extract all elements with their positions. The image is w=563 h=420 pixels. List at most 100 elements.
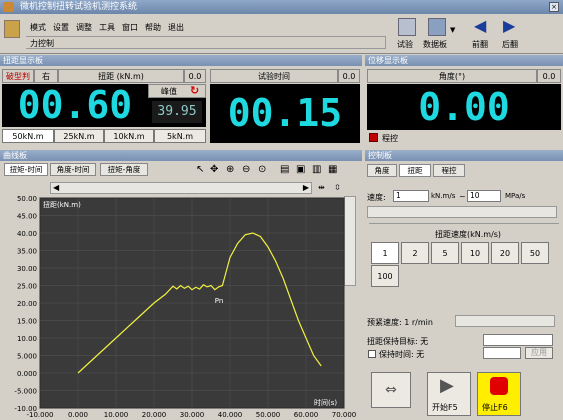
torque-time-chart: 50.00 45.00 40.00 35.00 30.00 25.00 20.00 15.00… bbox=[14, 195, 357, 419]
speed-unit: kN.m/s bbox=[431, 192, 456, 200]
copy-chart-icon[interactable]: ▣ bbox=[296, 164, 305, 175]
swap-icon[interactable]: ⇔ bbox=[371, 372, 411, 408]
time-zero[interactable]: 0.0 bbox=[338, 69, 360, 83]
stop-button[interactable]: 停止F6 bbox=[477, 372, 521, 416]
close-icon[interactable]: × bbox=[549, 2, 559, 12]
x-tick-label: -10.000 bbox=[26, 411, 53, 419]
break-judge-value[interactable]: 右 bbox=[34, 69, 58, 83]
prev-arrow-icon[interactable]: ◀ bbox=[474, 16, 486, 35]
tab-torque-angle[interactable]: 扭矩-角度 bbox=[100, 163, 148, 176]
move-icon[interactable]: ✥ bbox=[210, 164, 218, 175]
tab-angle-time[interactable]: 角度-时间 bbox=[50, 163, 96, 176]
rate-button-100[interactable]: 100 bbox=[371, 265, 399, 287]
x-tick-label: 10.000 bbox=[104, 411, 129, 419]
preload-label: 预紧速度: 1 r/min bbox=[367, 318, 433, 327]
hold-time-checkbox[interactable] bbox=[368, 350, 376, 358]
scroll-left-icon[interactable]: ◀ bbox=[53, 183, 59, 192]
rate-button-10[interactable]: 10 bbox=[461, 242, 489, 264]
preload-slider[interactable] bbox=[455, 315, 555, 327]
curve-panel-header: 曲线板 bbox=[0, 150, 362, 161]
tab-torque-time[interactable]: 扭矩-时间 bbox=[4, 163, 48, 176]
test-button-label[interactable]: 试验 bbox=[397, 39, 413, 50]
x-tick-label: 50.000 bbox=[256, 411, 281, 419]
torque-panel: 扭距显示板 破型判断 右 扭距 (kN.m) 0.0 00.60 峰值 ↻ 39… bbox=[0, 55, 362, 147]
x-tick-label: 60.000 bbox=[294, 411, 319, 419]
menu-exit[interactable]: 退出 bbox=[168, 22, 184, 33]
print-icon[interactable]: ▥ bbox=[312, 164, 321, 175]
range-25[interactable]: 25kN.m bbox=[54, 129, 104, 143]
save-chart-icon[interactable]: ▤ bbox=[280, 164, 289, 175]
y-tick-label: 25.00 bbox=[17, 283, 37, 291]
menu-window[interactable]: 窗口 bbox=[122, 22, 138, 33]
prev-button-label[interactable]: 前翻 bbox=[472, 39, 488, 50]
tab-torque[interactable]: 扭距 bbox=[399, 164, 431, 177]
tab-program[interactable]: 程控 bbox=[433, 164, 465, 177]
menu-help[interactable]: 帮助 bbox=[145, 22, 161, 33]
marker-label: Pn bbox=[215, 297, 224, 305]
rate-button-5[interactable]: 5 bbox=[431, 242, 459, 264]
app-title: 微机控制扭转试验机测控系统 bbox=[20, 2, 138, 12]
apply-button[interactable]: 应用 bbox=[525, 347, 553, 359]
y-tick-label: -5.000 bbox=[14, 388, 37, 396]
hold-time-input[interactable] bbox=[483, 347, 521, 359]
program-mode-label: 程控 bbox=[382, 134, 398, 143]
fit-y-icon[interactable]: ⇳ bbox=[334, 183, 341, 192]
y-tick-label: 10.00 bbox=[17, 335, 37, 343]
speed-slider[interactable] bbox=[367, 206, 557, 218]
y-tick-label: 45.00 bbox=[17, 213, 37, 221]
data-board-icon[interactable] bbox=[428, 18, 446, 36]
angle-panel: 位移显示板 角度(°) 0.0 0.00 程控 bbox=[365, 55, 563, 147]
refresh-icon[interactable]: ↻ bbox=[190, 84, 199, 97]
menu-settings[interactable]: 设置 bbox=[53, 22, 69, 33]
start-button[interactable]: ▶ 开始F5 bbox=[427, 372, 471, 416]
rate-button-2[interactable]: 2 bbox=[401, 242, 429, 264]
chart-settings-icon[interactable]: ▦ bbox=[328, 164, 337, 175]
range-5[interactable]: 5kN.m bbox=[154, 129, 206, 143]
y-tick-label: 40.00 bbox=[17, 230, 37, 238]
dropdown-arrow-icon[interactable]: ▼ bbox=[450, 26, 455, 34]
x-tick-label: 70.000 bbox=[332, 411, 357, 419]
angle-zero[interactable]: 0.0 bbox=[537, 69, 561, 83]
data-board-label[interactable]: 数据板 bbox=[423, 39, 447, 50]
angle-panel-header: 位移显示板 bbox=[365, 55, 563, 66]
y-axis-label: 扭距(kN.m) bbox=[43, 200, 81, 209]
time-label: 试验时间 bbox=[210, 69, 338, 83]
speed-max-input[interactable]: 10 bbox=[467, 190, 501, 202]
torque-zero[interactable]: 0.0 bbox=[184, 69, 206, 83]
zoom-out-icon[interactable]: ⊖ bbox=[242, 164, 250, 175]
menu-mode[interactable]: 模式 bbox=[30, 22, 46, 33]
x-tick-label: 40.000 bbox=[218, 411, 243, 419]
peak-value: 39.95 bbox=[152, 101, 202, 123]
x-scrollbar[interactable]: ◀ ▶ bbox=[50, 182, 312, 194]
x-tick-label: 30.000 bbox=[180, 411, 205, 419]
pointer-icon[interactable]: ↖ bbox=[196, 164, 204, 175]
menu-bar: 模式 设置 调整 工具 窗口 帮助 退出 力控制 试验 数据板 ▼ ◀ 前翻 ▶… bbox=[0, 14, 563, 54]
next-button-label[interactable]: 后翻 bbox=[502, 39, 518, 50]
time-display: 00.15 bbox=[210, 84, 360, 143]
zoom-in-icon[interactable]: ⊕ bbox=[226, 164, 234, 175]
menu-adjust[interactable]: 调整 bbox=[76, 22, 92, 33]
next-arrow-icon[interactable]: ▶ bbox=[503, 16, 515, 35]
fit-x-icon[interactable]: ⇹ bbox=[318, 183, 325, 192]
y-tick-label: 20.00 bbox=[17, 300, 37, 308]
play-icon: ▶ bbox=[440, 375, 454, 396]
test-icon[interactable] bbox=[398, 18, 416, 36]
scroll-right-icon[interactable]: ▶ bbox=[303, 183, 309, 192]
rate-button-50[interactable]: 50 bbox=[521, 242, 549, 264]
stop-icon bbox=[490, 377, 508, 395]
range-50[interactable]: 50kN.m bbox=[2, 129, 54, 143]
hold-target-input[interactable] bbox=[483, 334, 553, 346]
program-mode-indicator bbox=[369, 133, 378, 142]
range-10[interactable]: 10kN.m bbox=[104, 129, 154, 143]
rate-button-20[interactable]: 20 bbox=[491, 242, 519, 264]
speed-min-input[interactable]: 1 bbox=[393, 190, 429, 202]
app-logo-icon bbox=[3, 2, 14, 12]
zoom-icon[interactable]: ⊙ bbox=[258, 164, 266, 175]
title-bar: 微机控制扭转试验机测控系统 × bbox=[0, 0, 563, 14]
peak-box: 峰值 ↻ 39.95 bbox=[148, 84, 206, 127]
tab-angle[interactable]: 角度 bbox=[367, 164, 397, 177]
settings-tool-icon[interactable] bbox=[4, 20, 20, 38]
speed-to: ~ bbox=[459, 192, 466, 201]
menu-tools[interactable]: 工具 bbox=[99, 22, 115, 33]
rate-button-1[interactable]: 1 bbox=[371, 242, 399, 264]
